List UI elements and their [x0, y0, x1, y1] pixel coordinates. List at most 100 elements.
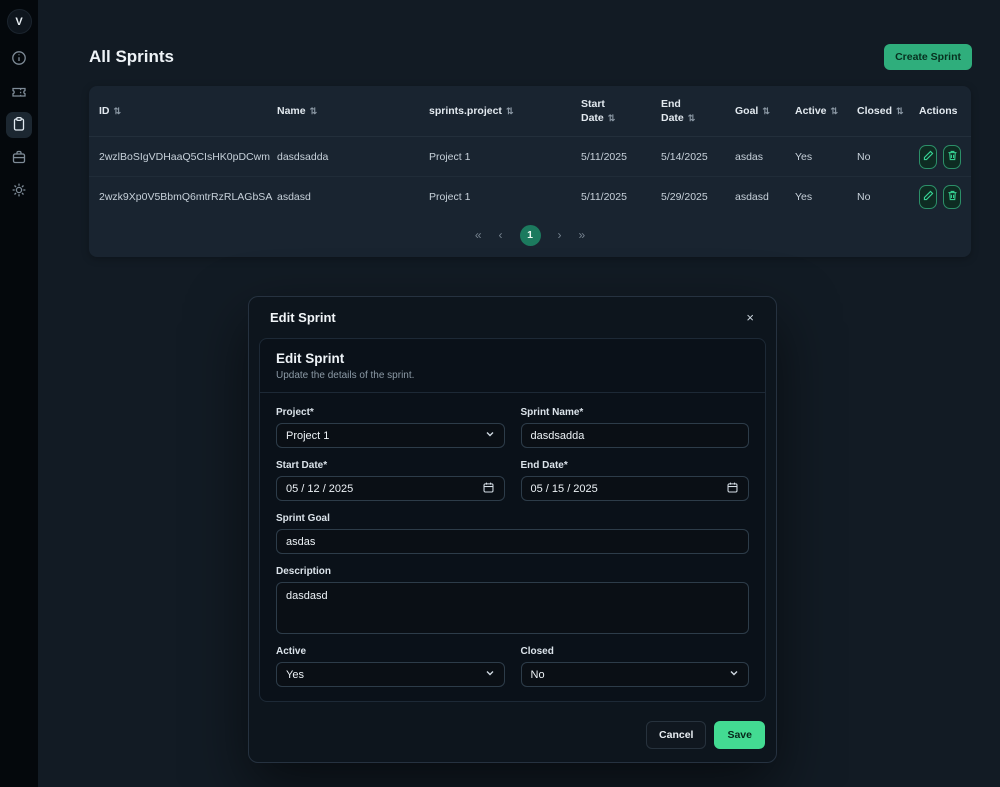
- sort-icon: ⇅: [607, 113, 616, 124]
- description-textarea[interactable]: dasdasd: [276, 582, 749, 634]
- cell-end-date: 5/14/2025: [661, 150, 708, 163]
- active-select[interactable]: Yes: [276, 662, 505, 687]
- sprint-goal-label: Sprint Goal: [276, 513, 330, 524]
- pagination-current-page[interactable]: 1: [519, 224, 541, 246]
- edit-sprint-button[interactable]: [919, 144, 937, 169]
- column-header-actions: Actions: [919, 105, 958, 118]
- calendar-icon: [726, 481, 739, 497]
- sprint-goal-input[interactable]: [276, 529, 749, 554]
- modal-footer: Cancel Save: [249, 709, 776, 762]
- chevron-down-icon: [485, 429, 495, 442]
- edit-sprint-button[interactable]: [919, 185, 937, 210]
- pagination-last-button[interactable]: »: [579, 228, 586, 242]
- sidebar-item-projects[interactable]: [6, 145, 32, 171]
- delete-sprint-button[interactable]: [943, 144, 961, 169]
- start-date-field: Start Date* 05 / 12 / 2025: [276, 460, 505, 501]
- create-sprint-button[interactable]: Create Sprint: [884, 44, 972, 70]
- closed-field: Closed No: [520, 646, 749, 687]
- table-header-row: ID ⇅ Name ⇅ sprints.project ⇅ Start Date ⇅ E…: [89, 86, 971, 137]
- sort-icon: ⇅: [687, 113, 696, 124]
- pagination-prev-button[interactable]: ‹: [499, 228, 503, 242]
- column-header-project[interactable]: sprints.project ⇅: [419, 86, 571, 137]
- sprint-name-label: Sprint Name*: [520, 407, 584, 418]
- calendar-icon: [482, 481, 495, 497]
- sort-icon: ⇅: [762, 106, 770, 117]
- description-field: Description dasdasd: [276, 566, 749, 634]
- start-date-input[interactable]: 05 / 12 / 2025: [276, 476, 505, 501]
- modal-header: Edit Sprint ×: [249, 297, 776, 336]
- sort-icon: ⇅: [830, 106, 839, 117]
- description-label: Description: [276, 566, 332, 577]
- sprint-name-input[interactable]: [520, 423, 749, 448]
- sidebar-item-info[interactable]: [6, 46, 32, 72]
- cell-id: 2wzlBoSIgVDHaaQ5CIsHK0pDCwm: [99, 150, 270, 163]
- page-header: All Sprints Create Sprint: [38, 0, 1000, 86]
- cell-goal: asdasd: [735, 191, 769, 204]
- column-header-end-date[interactable]: End Date ⇅: [651, 86, 725, 137]
- column-header-closed[interactable]: Closed ⇅: [847, 86, 909, 137]
- save-button[interactable]: Save: [714, 721, 765, 749]
- sprints-table-panel: ID ⇅ Name ⇅ sprints.project ⇅ Start Date ⇅ E…: [89, 86, 971, 257]
- column-header-active[interactable]: Active ⇅: [785, 86, 847, 137]
- cancel-button[interactable]: Cancel: [646, 721, 707, 749]
- cell-actions: [909, 137, 971, 177]
- project-field: Project* Project 1: [276, 407, 505, 448]
- column-header-start-date[interactable]: Start Date ⇅: [571, 86, 651, 137]
- sidebar-item-settings[interactable]: [6, 178, 32, 204]
- end-date-label: End Date*: [520, 460, 568, 471]
- card-title: Edit Sprint: [276, 351, 345, 366]
- active-field: Active Yes: [276, 646, 505, 687]
- sidebar: V: [0, 0, 38, 787]
- closed-select[interactable]: No: [520, 662, 749, 687]
- cell-start-date: 5/11/2025: [581, 191, 627, 204]
- closed-label: Closed: [520, 646, 554, 657]
- project-select[interactable]: Project 1: [276, 423, 505, 448]
- cell-project: Project 1: [429, 150, 471, 163]
- app-logo[interactable]: V: [6, 9, 32, 34]
- sidebar-item-tickets[interactable]: [6, 79, 32, 105]
- cell-name: dasdsadda: [277, 150, 329, 163]
- cell-start-date: 5/11/2025: [581, 150, 627, 163]
- end-date-input[interactable]: 05 / 15 / 2025: [520, 476, 749, 501]
- sort-icon: ⇅: [505, 106, 514, 117]
- pagination: « ‹ 1 › »: [89, 217, 971, 257]
- edit-sprint-modal: Edit Sprint × Edit Sprint Update the det…: [248, 296, 777, 763]
- trash-icon: [946, 189, 959, 205]
- sprint-goal-field: Sprint Goal: [276, 513, 749, 554]
- edit-sprint-card: Edit Sprint Update the details of the sp…: [259, 338, 766, 702]
- pagination-next-button[interactable]: ›: [558, 228, 562, 242]
- trash-icon: [946, 149, 959, 165]
- sprints-table: ID ⇅ Name ⇅ sprints.project ⇅ Start Date ⇅ E…: [89, 86, 971, 217]
- delete-sprint-button[interactable]: [943, 185, 961, 210]
- card-subtitle: Update the details of the sprint.: [276, 370, 415, 381]
- project-label: Project*: [276, 407, 314, 418]
- pencil-icon: [922, 149, 935, 165]
- table-row: 2wzlBoSIgVDHaaQ5CIsHK0pDCwm dasdsadda Pr…: [89, 137, 971, 177]
- sidebar-nav: [6, 46, 32, 204]
- cell-goal: asdas: [735, 150, 764, 163]
- briefcase-icon: [11, 149, 27, 168]
- card-header: Edit Sprint Update the details of the sp…: [260, 339, 765, 393]
- pagination-first-button[interactable]: «: [475, 228, 482, 242]
- column-header-goal[interactable]: Goal ⇅: [725, 86, 785, 137]
- start-date-label: Start Date*: [276, 460, 328, 471]
- column-header-id[interactable]: ID ⇅: [89, 86, 267, 137]
- pencil-icon: [922, 189, 935, 205]
- cell-project: Project 1: [429, 191, 471, 204]
- table-row: 2wzk9Xp0V5BbmQ6mtrRzRLAGbSA asdasd Proje…: [89, 177, 971, 217]
- cell-active: Yes: [795, 191, 813, 204]
- info-icon: [11, 50, 27, 69]
- cell-closed: No: [857, 150, 871, 163]
- ticket-icon: [11, 83, 27, 102]
- sort-icon: ⇅: [309, 106, 318, 117]
- close-icon[interactable]: ×: [742, 308, 758, 327]
- end-date-field: End Date* 05 / 15 / 2025: [520, 460, 749, 501]
- cell-closed: No: [857, 191, 871, 204]
- cell-name: asdasd: [277, 191, 311, 204]
- app-logo-letter: V: [15, 15, 23, 28]
- column-header-name[interactable]: Name ⇅: [267, 86, 419, 137]
- modal-title: Edit Sprint: [270, 310, 336, 325]
- cell-actions: [909, 177, 971, 217]
- sidebar-item-sprints[interactable]: [6, 112, 32, 138]
- cell-end-date: 5/29/2025: [661, 191, 708, 204]
